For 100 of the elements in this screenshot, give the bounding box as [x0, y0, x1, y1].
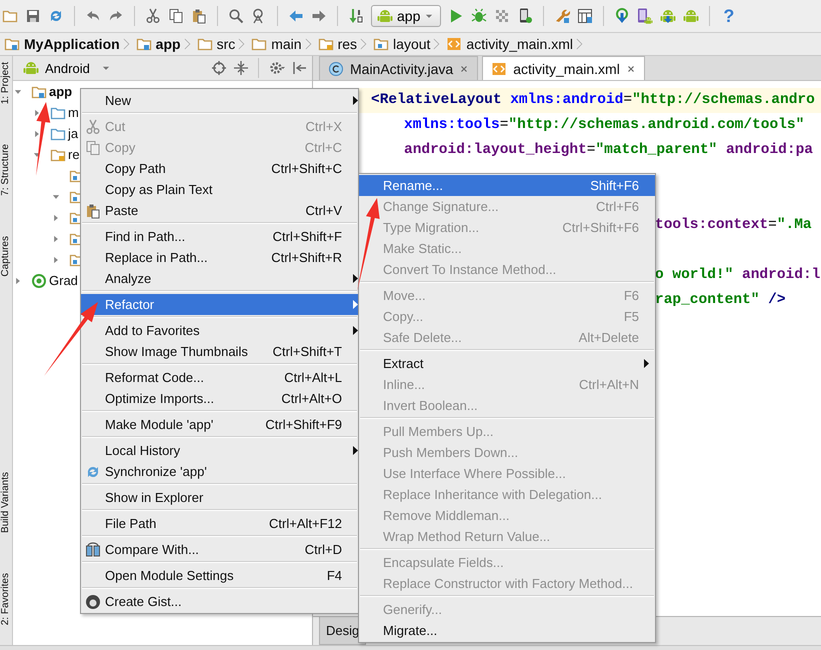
folder-icon — [4, 36, 20, 52]
wrench-icon[interactable] — [554, 8, 570, 24]
code-line: tools:context=".Ma — [655, 216, 812, 235]
paste-icon — [85, 202, 101, 218]
xml-file-icon — [446, 36, 462, 52]
tool-window-tab[interactable]: 1: Project — [0, 62, 12, 104]
breadcrumb-item[interactable]: MyApplication — [0, 36, 122, 52]
shortcut-label: Ctrl+Shift+T — [272, 344, 342, 359]
tree-item[interactable]: ja — [68, 126, 78, 141]
menu-item[interactable]: Paste Ctrl+V — [81, 200, 358, 221]
folder-icon[interactable] — [2, 8, 18, 24]
compare-icon — [85, 542, 101, 558]
cut-icon — [85, 118, 101, 134]
tool-window-tab[interactable]: 7: Structure — [0, 144, 12, 196]
shortcut-label: Alt+Delete — [578, 330, 639, 345]
target-icon[interactable] — [211, 60, 227, 76]
folder-icon — [373, 36, 390, 52]
shortcut-label: Ctrl+F6 — [596, 199, 639, 214]
menu-item[interactable]: Compare With... Ctrl+D — [81, 539, 358, 560]
gradle-sync-icon[interactable] — [614, 8, 630, 24]
code-line: <RelativeLayout xmlns:android="http://schemas.andro — [371, 91, 815, 110]
shortcut-label: Ctrl+Shift+R — [271, 250, 342, 265]
breadcrumb-item[interactable]: activity_main.xml — [442, 36, 575, 52]
shortcut-label: Ctrl+Shift+C — [271, 161, 342, 176]
breadcrumb-item[interactable]: src — [192, 36, 238, 52]
folder-icon — [318, 36, 334, 52]
code-line: android:layout_height="match_parent" android:pa — [404, 141, 813, 160]
collapse-icon[interactable] — [233, 60, 249, 76]
settings-icon[interactable] — [268, 60, 286, 76]
project-structure-icon[interactable] — [577, 8, 594, 24]
copy-icon — [85, 140, 101, 156]
code-line: o world!" android:l — [655, 266, 820, 285]
menu-item[interactable]: Analyze — [81, 268, 358, 289]
menu-item[interactable]: Refactor — [81, 294, 358, 315]
editor-tab[interactable]: MainActivity.java — [319, 56, 478, 80]
menu-item[interactable]: File Path Ctrl+Alt+F12 — [81, 513, 358, 534]
close-icon[interactable] — [626, 64, 636, 74]
menu-item[interactable]: Create Gist... — [81, 591, 358, 612]
tree-item[interactable]: Grad — [49, 273, 78, 288]
android-icon — [23, 60, 39, 76]
menu-item[interactable]: Copy Path Ctrl+Shift+C — [81, 158, 358, 179]
forward-icon[interactable] — [311, 8, 327, 24]
pin-icon[interactable] — [292, 60, 308, 76]
close-icon[interactable] — [459, 64, 470, 74]
menu-item[interactable]: Show in Explorer — [81, 487, 358, 508]
search-icon[interactable] — [228, 8, 244, 24]
code-line: xmlns:tools="http://schemas.android.com/tools" — [404, 116, 804, 135]
back-icon[interactable] — [288, 8, 304, 24]
menu-item[interactable]: Optimize Imports... Ctrl+Alt+O — [81, 388, 358, 409]
build-icon[interactable] — [348, 8, 364, 24]
menu-item[interactable]: Open Module Settings F4 — [81, 565, 358, 586]
tree-item[interactable]: re — [68, 147, 80, 162]
menu-item[interactable]: Copy as Plain Text — [81, 179, 358, 200]
paste-icon[interactable] — [191, 8, 207, 24]
sync-icon[interactable] — [48, 8, 64, 24]
copy-icon[interactable] — [168, 8, 184, 24]
shortcut-label: Ctrl+Alt+O — [281, 391, 342, 406]
device-icon[interactable] — [517, 8, 534, 24]
shortcut-label: Ctrl+D — [304, 542, 342, 557]
menu-item[interactable]: Find in Path... Ctrl+Shift+F — [81, 226, 358, 247]
breadcrumb-item[interactable]: app — [132, 36, 183, 52]
shortcut-label: Ctrl+Shift+F — [272, 229, 342, 244]
menu-item[interactable]: Replace in Path... Ctrl+Shift+R — [81, 247, 358, 268]
tree-item[interactable]: app — [49, 84, 72, 99]
menu-item[interactable]: Add to Favorites — [81, 320, 358, 341]
folder-icon — [251, 36, 268, 52]
editor-tab[interactable]: activity_main.xml — [482, 56, 645, 80]
breadcrumb-item[interactable]: res — [314, 36, 360, 52]
attach-icon[interactable] — [494, 8, 510, 24]
menu-item[interactable]: Rename... Shift+F6 — [359, 175, 655, 196]
shortcut-label: Ctrl+X — [306, 119, 342, 134]
breadcrumb-item[interactable]: main — [247, 36, 304, 52]
menu-item[interactable]: Make Module 'app' Ctrl+Shift+F9 — [81, 414, 358, 435]
tree-item[interactable]: m — [68, 105, 79, 120]
view-dropdown[interactable]: Android — [21, 60, 113, 76]
folder-icon — [136, 36, 152, 52]
menu-item[interactable]: Reformat Code... Ctrl+Alt+L — [81, 367, 358, 388]
sdk-icon[interactable] — [660, 8, 676, 24]
shortcut-label: Ctrl+Shift+F6 — [562, 220, 639, 235]
menu-item[interactable]: Local History — [81, 440, 358, 461]
xml-file-icon — [491, 60, 508, 76]
tool-window-tab[interactable]: Captures — [0, 236, 12, 277]
menu-item[interactable]: New — [81, 90, 358, 111]
menu-item[interactable]: Synchronize 'app' — [81, 461, 358, 482]
run-icon[interactable] — [448, 8, 464, 24]
github-icon — [85, 594, 101, 610]
save-icon[interactable] — [25, 8, 41, 24]
breadcrumb-item[interactable]: layout — [369, 36, 432, 52]
debug-icon[interactable] — [471, 8, 488, 24]
help-icon[interactable]: ? — [720, 6, 738, 26]
shortcut-label: Ctrl+Alt+F12 — [269, 516, 342, 531]
shortcut-label: Ctrl+C — [304, 140, 342, 155]
class-icon — [328, 60, 344, 76]
tool-window-tab[interactable]: Build Variants — [0, 472, 12, 533]
cut-icon[interactable] — [145, 8, 161, 24]
avd-icon[interactable] — [637, 8, 654, 24]
tool-window-tab[interactable]: 2: Favorites — [0, 572, 12, 625]
run-config-dropdown[interactable]: app — [371, 5, 442, 27]
menu-item[interactable]: Extract — [359, 353, 655, 374]
menu-item[interactable]: Show Image Thumbnails Ctrl+Shift+T — [81, 341, 358, 362]
